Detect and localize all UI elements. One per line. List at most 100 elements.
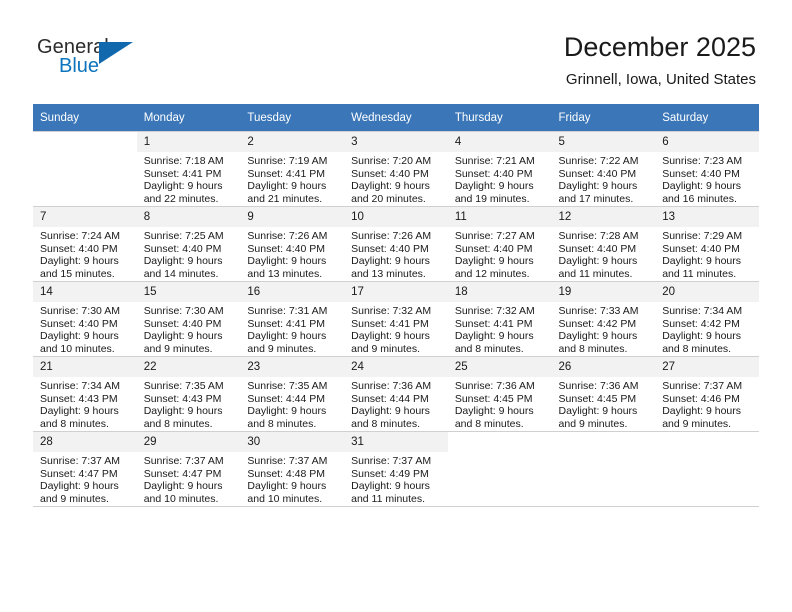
calendar-cell-day[interactable]: 22 Sunrise: 7:35 AM Sunset: 4:43 PM Dayligh…: [136, 356, 241, 432]
day-number: 21: [33, 357, 137, 377]
daylight-text-line1: Daylight: 9 hours: [662, 405, 742, 418]
sun-info: Sunrise: 7:23 AM Sunset: 4:40 PM Daylight:…: [655, 152, 759, 205]
daylight-text-line2: and 8 minutes.: [662, 342, 732, 355]
daylight-text-line1: Daylight: 9 hours: [247, 180, 327, 193]
daylight-text-line1: Daylight: 9 hours: [247, 480, 327, 493]
sunrise-text: Sunrise: 7:18 AM: [143, 155, 224, 167]
calendar-cell-day[interactable]: 1 Sunrise: 7:18 AM Sunset: 4:41 PM Daylight…: [136, 131, 241, 207]
calendar-cell-inner: 11 Sunrise: 7:27 AM Sunset: 4:40 PM Dayligh…: [447, 207, 552, 281]
calendar-cell-day[interactable]: 18 Sunrise: 7:32 AM Sunset: 4:41 PM Dayligh…: [447, 281, 552, 357]
sunset-text: Sunset: 4:40 PM: [351, 167, 429, 180]
sunset-text: Sunset: 4:47 PM: [40, 467, 118, 480]
calendar-cell-day[interactable]: 17 Sunrise: 7:32 AM Sunset: 4:41 PM Dayligh…: [344, 281, 448, 357]
calendar-cell-day[interactable]: 2 Sunrise: 7:19 AM Sunset: 4:41 PM Daylight…: [240, 131, 345, 207]
sunrise-text: Sunrise: 7:34 AM: [40, 380, 120, 392]
day-number: 30: [240, 432, 345, 452]
day-number: 3: [344, 132, 448, 152]
sunrise-text: Sunrise: 7:37 AM: [143, 455, 224, 467]
calendar-cell-inner: [447, 432, 552, 506]
daylight-text-line2: and 8 minutes.: [454, 342, 524, 355]
calendar-cell-day[interactable]: 21 Sunrise: 7:34 AM Sunset: 4:43 PM Dayligh…: [33, 356, 137, 432]
sun-info: Sunrise: 7:32 AM Sunset: 4:41 PM Daylight:…: [448, 302, 552, 355]
daylight-text-line2: and 16 minutes.: [662, 192, 737, 205]
daylight-text-line1: Daylight: 9 hours: [143, 480, 223, 493]
calendar-cell-day[interactable]: 7 Sunrise: 7:24 AM Sunset: 4:40 PM Daylight…: [33, 206, 137, 282]
daylight-text-line2: and 13 minutes.: [247, 267, 323, 280]
daylight-text-line1: Daylight: 9 hours: [143, 255, 223, 268]
sun-info: Sunrise: 7:22 AM Sunset: 4:40 PM Daylight:…: [552, 152, 656, 205]
day-number: 9: [240, 207, 345, 227]
sunrise-text: Sunrise: 7:23 AM: [662, 155, 743, 167]
daylight-text-line2: and 8 minutes.: [40, 417, 109, 430]
calendar-cell-inner: 13 Sunrise: 7:29 AM Sunset: 4:40 PM Dayligh…: [655, 207, 759, 281]
sunset-text: Sunset: 4:42 PM: [662, 317, 740, 330]
sunset-text: Sunset: 4:42 PM: [558, 317, 637, 330]
daylight-text-line1: Daylight: 9 hours: [247, 255, 327, 268]
weekday-header-wednesday: Wednesday: [344, 104, 448, 132]
daylight-text-line1: Daylight: 9 hours: [662, 330, 742, 343]
calendar-cell-day[interactable]: 26 Sunrise: 7:36 AM Sunset: 4:45 PM Dayligh…: [551, 356, 656, 432]
calendar-cell-day[interactable]: 5 Sunrise: 7:22 AM Sunset: 4:40 PM Daylight…: [551, 131, 656, 207]
calendar-cell-day[interactable]: 16 Sunrise: 7:31 AM Sunset: 4:41 PM Dayligh…: [240, 281, 345, 357]
calendar-cell-day[interactable]: 29 Sunrise: 7:37 AM Sunset: 4:47 PM Dayligh…: [136, 431, 241, 507]
sun-info: Sunrise: 7:35 AM Sunset: 4:44 PM Daylight:…: [240, 377, 344, 430]
calendar-cell-day[interactable]: 4 Sunrise: 7:21 AM Sunset: 4:40 PM Daylight…: [447, 131, 552, 207]
daylight-text-line1: Daylight: 9 hours: [558, 405, 638, 418]
sunset-text: Sunset: 4:41 PM: [351, 317, 429, 330]
daylight-text-line2: and 12 minutes.: [454, 267, 530, 280]
daylight-text-line1: Daylight: 9 hours: [143, 405, 223, 418]
calendar-cell-day[interactable]: 9 Sunrise: 7:26 AM Sunset: 4:40 PM Daylight…: [240, 206, 345, 282]
sunrise-text: Sunrise: 7:36 AM: [454, 380, 535, 392]
calendar-cell-day[interactable]: 28 Sunrise: 7:37 AM Sunset: 4:47 PM Dayligh…: [33, 431, 137, 507]
calendar-cell-day[interactable]: 23 Sunrise: 7:35 AM Sunset: 4:44 PM Dayligh…: [240, 356, 345, 432]
sun-info: Sunrise: 7:27 AM Sunset: 4:40 PM Daylight:…: [448, 227, 552, 280]
sunrise-text: Sunrise: 7:25 AM: [143, 230, 224, 242]
calendar-cell-day[interactable]: 31 Sunrise: 7:37 AM Sunset: 4:49 PM Dayligh…: [344, 431, 448, 507]
calendar-cell-day[interactable]: 25 Sunrise: 7:36 AM Sunset: 4:45 PM Dayligh…: [447, 356, 552, 432]
calendar-week-row: 14 Sunrise: 7:30 AM Sunset: 4:40 PM Dayligh…: [33, 281, 759, 357]
triangle-icon: [99, 42, 133, 64]
calendar-cell-day[interactable]: 10 Sunrise: 7:26 AM Sunset: 4:40 PM Dayligh…: [344, 206, 448, 282]
day-number: 27: [655, 357, 759, 377]
daylight-text-line1: Daylight: 9 hours: [662, 180, 742, 193]
page-header: General Blue December 2025 Grinnell, Iow…: [0, 0, 792, 104]
calendar-cell-day[interactable]: 24 Sunrise: 7:36 AM Sunset: 4:44 PM Dayligh…: [344, 356, 448, 432]
calendar-cell-day[interactable]: 6 Sunrise: 7:23 AM Sunset: 4:40 PM Daylight…: [655, 131, 759, 207]
sunset-text: Sunset: 4:41 PM: [247, 167, 326, 180]
calendar-cell-day[interactable]: 12 Sunrise: 7:28 AM Sunset: 4:40 PM Dayligh…: [551, 206, 656, 282]
sun-info: Sunrise: 7:32 AM Sunset: 4:41 PM Daylight:…: [344, 302, 448, 355]
daylight-text-line2: and 9 minutes.: [662, 417, 732, 430]
daylight-text-line2: and 8 minutes.: [558, 342, 628, 355]
daylight-text-line2: and 14 minutes.: [143, 267, 219, 280]
daylight-text-line1: Daylight: 9 hours: [454, 405, 534, 418]
day-number: 7: [33, 207, 137, 227]
daylight-text-line1: Daylight: 9 hours: [143, 180, 223, 193]
daylight-text-line2: and 9 minutes.: [247, 342, 317, 355]
sunrise-text: Sunrise: 7:30 AM: [143, 305, 224, 317]
calendar-cell-inner: 26 Sunrise: 7:36 AM Sunset: 4:45 PM Dayligh…: [551, 357, 656, 431]
day-number: 26: [551, 357, 656, 377]
calendar-cell-day[interactable]: 15 Sunrise: 7:30 AM Sunset: 4:40 PM Dayligh…: [136, 281, 241, 357]
sunset-text: Sunset: 4:40 PM: [247, 242, 326, 255]
calendar-cell-day[interactable]: 30 Sunrise: 7:37 AM Sunset: 4:48 PM Dayligh…: [240, 431, 345, 507]
calendar-cell-day[interactable]: 14 Sunrise: 7:30 AM Sunset: 4:40 PM Dayligh…: [33, 281, 137, 357]
calendar-cell-day[interactable]: 3 Sunrise: 7:20 AM Sunset: 4:40 PM Daylight…: [344, 131, 448, 207]
calendar-cell-inner: 24 Sunrise: 7:36 AM Sunset: 4:44 PM Dayligh…: [344, 357, 448, 431]
daylight-text-line1: Daylight: 9 hours: [558, 255, 638, 268]
calendar-cell-day[interactable]: 13 Sunrise: 7:29 AM Sunset: 4:40 PM Dayligh…: [655, 206, 759, 282]
daylight-text-line2: and 15 minutes.: [40, 267, 115, 280]
calendar-cell-day[interactable]: 27 Sunrise: 7:37 AM Sunset: 4:46 PM Dayligh…: [655, 356, 759, 432]
sunset-text: Sunset: 4:40 PM: [454, 167, 533, 180]
calendar-cell-day[interactable]: 11 Sunrise: 7:27 AM Sunset: 4:40 PM Dayligh…: [447, 206, 552, 282]
general-blue-logo[interactable]: General Blue: [37, 36, 157, 84]
sunrise-text: Sunrise: 7:30 AM: [40, 305, 120, 317]
calendar-week-row: 1 Sunrise: 7:18 AM Sunset: 4:41 PM Daylight…: [33, 131, 759, 207]
calendar-cell-inner: 8 Sunrise: 7:25 AM Sunset: 4:40 PM Daylight…: [136, 207, 241, 281]
sun-info: Sunrise: 7:31 AM Sunset: 4:41 PM Daylight:…: [240, 302, 344, 355]
sunset-text: Sunset: 4:40 PM: [454, 242, 533, 255]
calendar-cell-inner: 7 Sunrise: 7:24 AM Sunset: 4:40 PM Daylight…: [33, 207, 137, 281]
calendar-cell-day[interactable]: 8 Sunrise: 7:25 AM Sunset: 4:40 PM Daylight…: [136, 206, 241, 282]
calendar-cell-day[interactable]: 19 Sunrise: 7:33 AM Sunset: 4:42 PM Dayligh…: [551, 281, 656, 357]
day-number: 19: [551, 282, 656, 302]
calendar-cell-day[interactable]: 20 Sunrise: 7:34 AM Sunset: 4:42 PM Dayligh…: [655, 281, 759, 357]
